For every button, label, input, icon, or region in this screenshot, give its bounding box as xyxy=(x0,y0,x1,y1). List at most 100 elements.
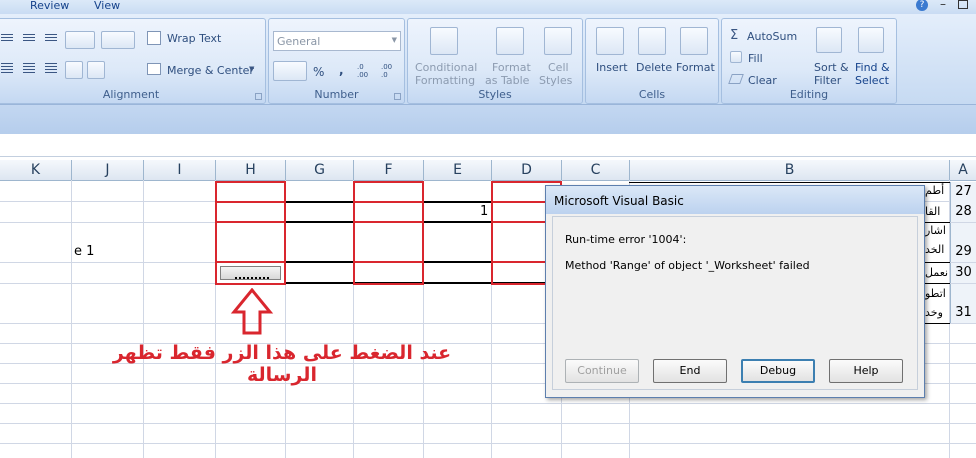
accounting-format-icon[interactable] xyxy=(273,61,307,81)
continue-button[interactable]: Continue xyxy=(565,359,639,383)
sort-filter-label-1[interactable]: Sort & xyxy=(814,61,849,74)
minimize-icon[interactable]: – xyxy=(940,0,946,11)
insert-cells-icon xyxy=(596,27,624,55)
merge-center-label[interactable]: Merge & Center xyxy=(167,64,254,77)
autosum-button[interactable]: AutoSum xyxy=(747,30,797,43)
increase-indent-icon[interactable] xyxy=(87,61,105,79)
column-header-g[interactable]: G xyxy=(286,160,354,180)
styles-label: Styles xyxy=(478,88,512,101)
cell-e28-value: 1 xyxy=(480,204,489,219)
number-group: General ▼ % , .0 .00 .00 .0 Number xyxy=(268,18,405,104)
end-button[interactable]: End xyxy=(653,359,727,383)
merge-center-icon xyxy=(147,63,161,75)
eraser-icon xyxy=(728,74,744,84)
format-cells-icon xyxy=(680,27,708,55)
cell-styles-label-1[interactable]: Cell xyxy=(548,61,569,74)
macro-button-cell[interactable] xyxy=(215,261,286,285)
row-header-29[interactable]: 29 xyxy=(950,223,976,262)
increase-decimal-button[interactable]: .0 .00 xyxy=(357,63,377,79)
column-header-b[interactable]: B xyxy=(630,160,950,180)
macro-button[interactable] xyxy=(220,266,281,280)
cell-styles-label-2[interactable]: Styles xyxy=(539,74,572,87)
row-header-31[interactable]: 31 xyxy=(950,284,976,323)
cell-h28[interactable] xyxy=(215,201,286,223)
dialog-title: Microsoft Visual Basic xyxy=(554,194,684,208)
error-code-text: Run-time error '1004': xyxy=(565,233,687,246)
comma-style-button[interactable]: , xyxy=(339,63,344,77)
tab-view[interactable]: View xyxy=(94,0,120,12)
dialog-title-bar[interactable]: Microsoft Visual Basic xyxy=(546,186,924,214)
menu-bar: Review View ? – xyxy=(0,0,976,14)
sort-filter-icon xyxy=(816,27,842,53)
column-header-c[interactable]: C xyxy=(562,160,630,180)
alignment-label: Alignment xyxy=(102,88,160,101)
ribbon: Wrap Text Merge & Center ▼ Alignment Gen… xyxy=(0,14,976,104)
cells-label: Cells xyxy=(638,88,666,101)
cell-f29[interactable] xyxy=(353,221,424,263)
formula-bar-area xyxy=(0,104,976,135)
dialog-body: Run-time error '1004': Method 'Range' of… xyxy=(552,216,918,390)
conditional-formatting-label-1[interactable]: Conditional xyxy=(415,61,477,74)
insert-button[interactable]: Insert xyxy=(596,61,628,74)
delete-button[interactable]: Delete xyxy=(636,61,672,74)
annotation-text: عند الضغط على هذا الزر فقط تظهر الرسالة xyxy=(112,342,452,386)
column-header-j[interactable]: J xyxy=(72,160,144,180)
decrease-indent-icon[interactable] xyxy=(65,61,83,79)
format-as-table-label-1[interactable]: Format xyxy=(492,61,531,74)
column-header-f[interactable]: F xyxy=(354,160,424,180)
find-select-label-1[interactable]: Find & xyxy=(855,61,890,74)
orientation-icon[interactable] xyxy=(65,31,95,49)
column-header-a[interactable]: A xyxy=(950,160,976,180)
number-launcher-icon[interactable] xyxy=(394,93,401,100)
fill-button[interactable]: Fill xyxy=(748,52,763,65)
editing-label: Editing xyxy=(789,88,829,101)
number-label: Number xyxy=(314,88,359,101)
column-header-e[interactable]: E xyxy=(424,160,492,180)
find-select-label-2[interactable]: Select xyxy=(855,74,889,87)
percent-style-button[interactable]: % xyxy=(313,65,324,79)
align-horizontal-icons[interactable] xyxy=(1,61,61,75)
number-format-select[interactable]: General ▼ xyxy=(273,31,401,51)
vba-error-dialog: Microsoft Visual Basic Run-time error '1… xyxy=(545,185,925,398)
styles-group: Conditional Formatting Format as Table C… xyxy=(407,18,583,104)
row-header-28[interactable]: 28 xyxy=(950,202,976,222)
cell-h27[interactable] xyxy=(215,181,286,203)
sort-filter-label-2[interactable]: Filter xyxy=(814,74,841,87)
autosum-icon: Σ xyxy=(730,28,739,43)
format-button[interactable]: Format xyxy=(676,61,715,74)
paragraph-direction-icon[interactable] xyxy=(101,31,135,49)
debug-button[interactable]: Debug xyxy=(741,359,815,383)
help-icon[interactable]: ? xyxy=(916,0,928,11)
restore-icon[interactable] xyxy=(958,0,968,9)
alignment-launcher-icon[interactable] xyxy=(255,93,262,100)
wrap-text-label[interactable]: Wrap Text xyxy=(167,32,221,45)
row-header-27[interactable]: 27 xyxy=(950,182,976,202)
cell-j29-value: e 1 xyxy=(74,244,95,259)
cell-f30[interactable] xyxy=(353,261,424,285)
column-header-h[interactable]: H xyxy=(216,160,286,180)
conditional-formatting-label-2[interactable]: Formatting xyxy=(415,74,475,87)
wrap-text-icon xyxy=(147,31,161,45)
cell-f27[interactable] xyxy=(353,181,424,203)
column-header-k[interactable]: K xyxy=(0,160,72,180)
alignment-group: Wrap Text Merge & Center ▼ Alignment xyxy=(0,18,266,104)
cell-f28[interactable] xyxy=(353,201,424,223)
button-caption-icon xyxy=(235,273,269,279)
merge-dropdown-icon[interactable]: ▼ xyxy=(249,65,254,73)
binoculars-icon xyxy=(858,27,884,53)
row-header-30[interactable]: 30 xyxy=(950,263,976,283)
clear-button[interactable]: Clear xyxy=(748,74,777,87)
format-as-table-label-2[interactable]: as Table xyxy=(485,74,529,87)
error-message-text: Method 'Range' of object '_Worksheet' fa… xyxy=(565,259,810,272)
column-header-d[interactable]: D xyxy=(492,160,562,180)
delete-cells-icon xyxy=(638,27,666,55)
cells-group: Insert Delete Format Cells xyxy=(585,18,719,104)
tab-review[interactable]: Review xyxy=(30,0,69,12)
help-button[interactable]: Help xyxy=(829,359,903,383)
column-header-i[interactable]: I xyxy=(144,160,216,180)
align-top-icons[interactable] xyxy=(1,31,61,45)
fill-icon xyxy=(730,51,742,63)
cell-h29[interactable] xyxy=(215,221,286,263)
decrease-decimal-button[interactable]: .00 .0 xyxy=(381,63,401,79)
format-as-table-icon xyxy=(496,27,524,55)
